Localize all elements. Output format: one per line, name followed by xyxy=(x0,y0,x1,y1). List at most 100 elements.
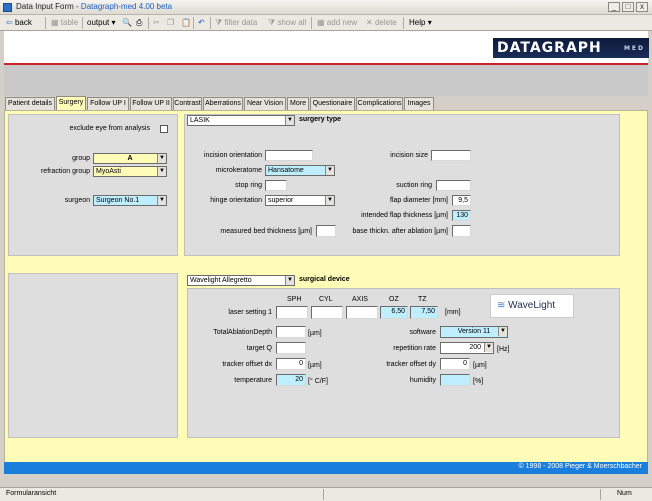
flap-diameter-label: flap diameter [mm] xyxy=(390,197,448,204)
group-select[interactable]: A ▼ xyxy=(93,153,167,164)
filter-icon: ⧩ xyxy=(215,18,223,27)
paste-icon[interactable]: 📋 xyxy=(179,16,193,29)
refraction-group-label: refraction group xyxy=(40,168,90,175)
temperature-input[interactable]: 20 xyxy=(276,374,306,386)
surgical-device-label: surgical device xyxy=(299,276,350,283)
intended-flap-thickness-input[interactable]: 130 xyxy=(452,210,471,221)
minimize-button[interactable]: _ xyxy=(608,2,620,12)
repetition-rate-select[interactable]: 200 ▼ xyxy=(440,342,494,354)
surgical-device-select[interactable]: Wavelight Allegretto ▼ xyxy=(187,275,295,286)
incision-size-label: incision size xyxy=(390,152,428,159)
tracker-dx-input[interactable]: 0 xyxy=(276,358,306,370)
surgeon-select[interactable]: Surgeon No.1 ▼ xyxy=(93,195,167,206)
incision-orientation-input[interactable] xyxy=(265,150,313,161)
tab-complications[interactable]: Complications xyxy=(356,97,403,110)
delete-button[interactable]: ✕ delete xyxy=(364,16,399,29)
toolbar-separator xyxy=(82,17,83,29)
target-q-label: target Q xyxy=(246,345,272,352)
target-q-input[interactable] xyxy=(276,342,306,354)
flap-diameter-input[interactable]: 9,5 xyxy=(452,195,471,206)
oz-input[interactable]: 6,50 xyxy=(380,306,408,319)
output-button[interactable]: output ▾ xyxy=(85,16,118,29)
tracker-dy-input[interactable]: 0 xyxy=(440,358,470,370)
software-select[interactable]: Version 11 ▼ xyxy=(440,326,508,338)
incision-size-input[interactable] xyxy=(431,150,471,161)
chevron-down-icon: ▼ xyxy=(325,166,334,175)
cyl-header: CYL xyxy=(319,296,333,303)
suction-ring-input[interactable] xyxy=(436,180,471,191)
tab-images[interactable]: Images xyxy=(404,97,434,110)
temperature-label: temperature xyxy=(234,377,272,384)
close-button[interactable]: x xyxy=(636,2,648,12)
status-bar: Formularansicht Num xyxy=(0,487,652,501)
tab-surgery[interactable]: Surgery xyxy=(56,96,86,110)
percent-unit: [%] xyxy=(473,378,484,385)
hinge-orientation-label: hinge orientation xyxy=(210,197,262,204)
cyl-input[interactable] xyxy=(311,306,343,319)
help-button[interactable]: Help ▾ xyxy=(407,16,434,29)
undo-icon[interactable]: ↶ xyxy=(196,16,207,29)
base-thickness-input[interactable] xyxy=(452,225,471,237)
chevron-down-icon: ▼ xyxy=(157,154,166,163)
toolbar-separator xyxy=(148,17,149,29)
total-ablation-input[interactable] xyxy=(276,326,306,338)
back-button[interactable]: ⇦ back xyxy=(4,16,34,29)
footer-bar: © 1998 - 2008 Pieger & Moerschbacher xyxy=(4,462,648,474)
table-button[interactable]: ▦ table xyxy=(49,16,80,29)
wave-icon: ≋ xyxy=(497,300,506,311)
filter-data-button[interactable]: ⧩ filter data xyxy=(213,16,259,29)
toolbar-separator xyxy=(45,17,46,29)
humidity-input[interactable] xyxy=(440,374,470,386)
tz-input[interactable]: 7,50 xyxy=(410,306,438,319)
repetition-rate-label: repetition rate xyxy=(393,345,436,352)
tab-aberrations[interactable]: Aberrations xyxy=(203,97,243,110)
copy-icon[interactable]: ❐ xyxy=(165,16,176,29)
toolbar: ⇦ back ▦ table output ▾ 🔍 ⎙ ✂ ❐ 📋 ↶ ⧩ fi… xyxy=(0,15,652,31)
software-label: software xyxy=(409,329,436,336)
oz-header: OZ xyxy=(389,296,399,303)
axis-header: AXIS xyxy=(352,296,368,303)
chevron-down-icon: ▼ xyxy=(285,276,294,285)
surgery-type-select[interactable]: LASIK ▼ xyxy=(187,115,295,126)
exclude-eye-checkbox[interactable] xyxy=(160,125,168,133)
sph-header: SPH xyxy=(287,296,302,303)
app-icon xyxy=(3,3,12,12)
measured-bed-thickness-label: measured bed thickness [µm] xyxy=(220,228,312,235)
stop-ring-input[interactable] xyxy=(265,180,287,191)
chevron-down-icon: ▼ xyxy=(157,167,166,176)
chevron-down-icon: ▾ xyxy=(427,18,432,27)
axis-input[interactable] xyxy=(346,306,378,319)
tz-header: TZ xyxy=(418,296,427,303)
maximize-button[interactable]: □ xyxy=(622,2,634,12)
tab-patient-details[interactable]: Patient details xyxy=(5,97,55,110)
cut-icon[interactable]: ✂ xyxy=(151,16,162,29)
chevron-down-icon: ▼ xyxy=(325,196,334,205)
hinge-orientation-select[interactable]: superior ▼ xyxy=(265,195,335,206)
tab-contrast[interactable]: Contrast xyxy=(173,97,202,110)
title-bar: Data Input Form - Datagraph-med 4.00 bet… xyxy=(0,0,652,15)
toolbar-separator xyxy=(311,17,312,29)
add-new-button[interactable]: ▦ add new xyxy=(315,16,359,29)
microkeratome-select[interactable]: Hansatome ▼ xyxy=(265,165,335,176)
refraction-group-select[interactable]: MyoAsti ▼ xyxy=(93,166,167,177)
tab-questionaire[interactable]: Questionaire xyxy=(310,97,355,110)
preview-icon[interactable]: 🔍 xyxy=(120,16,134,29)
tab-more[interactable]: More xyxy=(287,97,309,110)
sph-input[interactable] xyxy=(276,306,308,319)
group-label: group xyxy=(72,155,90,162)
print-icon[interactable]: ⎙ xyxy=(134,16,144,29)
wavelight-logo: ≋ WaveLight xyxy=(490,294,574,318)
laser-setting-label: laser setting 1 xyxy=(228,309,272,316)
status-divider xyxy=(323,489,324,500)
humidity-label: humidity xyxy=(409,377,436,384)
show-all-button[interactable]: ⧩ show all xyxy=(266,16,308,29)
header-band xyxy=(4,65,648,96)
chevron-down-icon: ▼ xyxy=(157,196,166,205)
um-unit: [µm] xyxy=(473,362,487,369)
tab-follow-up-2[interactable]: Follow UP II xyxy=(130,97,172,110)
chevron-down-icon: ▾ xyxy=(111,18,116,27)
tab-near-vision[interactable]: Near Vision xyxy=(244,97,286,110)
tab-follow-up-1[interactable]: Follow UP I xyxy=(87,97,129,110)
surgery-type-label: surgery type xyxy=(299,116,342,123)
um-unit: [µm] xyxy=(308,362,322,369)
